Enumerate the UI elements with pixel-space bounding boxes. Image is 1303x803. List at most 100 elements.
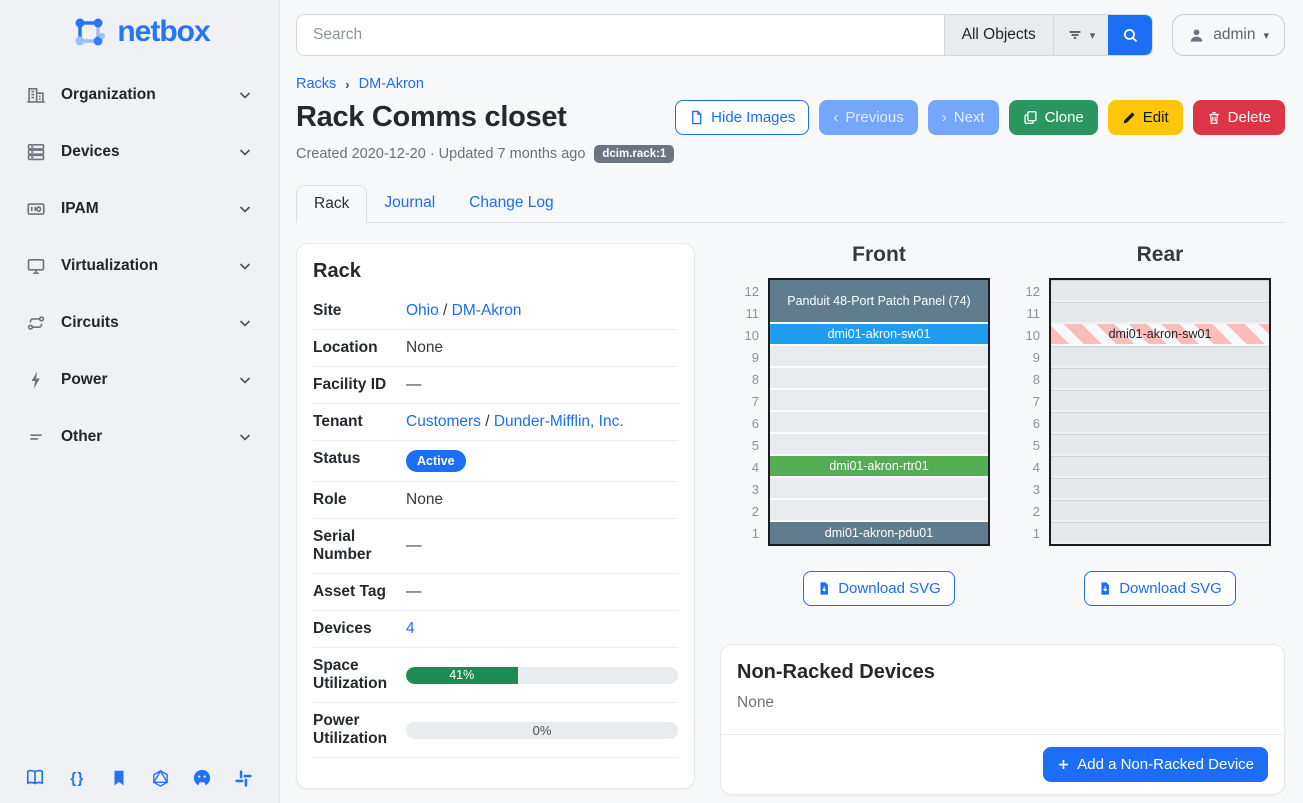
unit-number: 12 <box>1026 280 1040 302</box>
breadcrumb-separator-icon: › <box>345 77 349 92</box>
slack-icon[interactable] <box>233 767 255 789</box>
tab-rack[interactable]: Rack <box>296 185 367 223</box>
rear-rack-diagram: dmi01-akron-sw01 <box>1049 278 1271 546</box>
non-racked-devices-card: Non-Racked Devices None Add a Non-Racked… <box>720 644 1285 795</box>
unit-number: 6 <box>1033 412 1040 434</box>
rack-device[interactable]: dmi01-akron-sw01 <box>770 324 988 346</box>
sidebar-item-label: Devices <box>61 143 120 161</box>
chevron-down-icon <box>237 315 253 331</box>
rack-empty-slot[interactable] <box>1051 478 1269 500</box>
sidebar-item-ipam[interactable]: IPAM <box>0 180 279 237</box>
clone-button[interactable]: Clone <box>1009 100 1098 135</box>
rack-empty-slot[interactable] <box>1051 346 1269 368</box>
table-row: Serial Number — <box>313 519 678 574</box>
search-filter-dropdown[interactable]: ▾ <box>1053 15 1109 55</box>
github-icon[interactable] <box>191 767 213 789</box>
image-file-icon <box>689 110 704 125</box>
breadcrumb-racks[interactable]: Racks <box>296 76 336 92</box>
rack-empty-slot[interactable] <box>770 390 988 412</box>
tenant-link[interactable]: Dunder-Mifflin, Inc. <box>494 413 624 430</box>
site-region-link[interactable]: Ohio <box>406 302 439 319</box>
unit-number: 9 <box>1033 346 1040 368</box>
add-non-racked-device-button[interactable]: Add a Non-Racked Device <box>1043 747 1268 782</box>
filter-icon <box>1067 27 1083 43</box>
rack-empty-slot[interactable] <box>1051 456 1269 478</box>
rack-empty-slot[interactable] <box>770 478 988 500</box>
tab-journal[interactable]: Journal <box>367 185 452 223</box>
sidebar-item-label: Power <box>61 371 108 389</box>
add-non-racked-device-label: Add a Non-Racked Device <box>1077 756 1254 773</box>
rack-empty-slot[interactable] <box>770 346 988 368</box>
separator: / <box>481 413 494 430</box>
edit-button[interactable]: Edit <box>1108 100 1183 135</box>
site-label: Site <box>313 293 406 330</box>
rack-empty-slot[interactable] <box>770 368 988 390</box>
status-badge: Active <box>406 450 466 472</box>
rack-empty-slot[interactable] <box>1051 522 1269 544</box>
file-download-icon <box>817 581 831 596</box>
object-meta: Created 2020-12-20 · Updated 7 months ag… <box>296 145 1285 163</box>
sidebar-item-label: Organization <box>61 86 156 104</box>
sidebar-item-circuits[interactable]: Circuits <box>0 294 279 351</box>
sidebar-item-devices[interactable]: Devices <box>0 123 279 180</box>
rack-device[interactable]: Panduit 48-Port Patch Panel (74) <box>770 280 988 324</box>
user-menu-button[interactable]: admin ▾ <box>1172 14 1285 56</box>
role-label: Role <box>313 482 406 519</box>
sidebar-item-virtualization[interactable]: Virtualization <box>0 237 279 294</box>
site-link[interactable]: DM-Akron <box>452 302 522 319</box>
rear-elevation: Rear 121110987654321 dmi01-akron-sw01 Do… <box>1015 243 1271 606</box>
breadcrumb-site[interactable]: DM-Akron <box>359 76 424 92</box>
space-utilization-fill: 41% <box>406 667 518 684</box>
table-row: Status Active <box>313 441 678 482</box>
tab-change-log[interactable]: Change Log <box>452 185 570 223</box>
rack-empty-slot[interactable] <box>1051 280 1269 302</box>
rack-empty-slot[interactable] <box>1051 434 1269 456</box>
rack-device[interactable]: dmi01-akron-rtr01 <box>770 456 988 478</box>
rack-empty-slot[interactable] <box>770 412 988 434</box>
asset-tag-value: — <box>406 574 678 611</box>
page-title: Rack Comms closet <box>296 101 567 134</box>
rack-empty-slot[interactable] <box>1051 390 1269 412</box>
copy-icon <box>1023 110 1038 125</box>
search-button[interactable] <box>1108 15 1152 55</box>
sidebar-item-organization[interactable]: Organization <box>0 66 279 123</box>
devices-count-link[interactable]: 4 <box>406 620 415 637</box>
rest-api-braces-icon[interactable]: { } <box>66 767 88 789</box>
sidebar-item-label: Virtualization <box>61 257 158 275</box>
rear-download-svg-button[interactable]: Download SVG <box>1084 571 1236 606</box>
rack-empty-slot[interactable] <box>770 434 988 456</box>
monitor-icon <box>26 256 46 276</box>
rack-elevations: Front 121110987654321 Panduit 48-Port Pa… <box>720 243 1285 606</box>
next-button[interactable]: › Next <box>928 100 999 135</box>
delete-label: Delete <box>1228 109 1271 126</box>
rack-device[interactable]: dmi01-akron-sw01 <box>1051 324 1269 346</box>
unit-number: 8 <box>752 368 759 390</box>
api-docs-bookmark-icon[interactable] <box>108 767 130 789</box>
rack-empty-slot[interactable] <box>1051 302 1269 324</box>
rack-device[interactable]: dmi01-akron-pdu01 <box>770 522 988 544</box>
docs-book-icon[interactable] <box>24 767 46 789</box>
graphql-icon[interactable] <box>149 767 171 789</box>
previous-button[interactable]: ‹ Previous <box>819 100 917 135</box>
object-type-selector[interactable]: All Objects <box>944 15 1053 55</box>
sidebar-item-power[interactable]: Power <box>0 351 279 408</box>
chevron-down-icon <box>237 144 253 160</box>
download-svg-label: Download SVG <box>1119 580 1222 597</box>
unit-number: 2 <box>752 500 759 522</box>
rack-empty-slot[interactable] <box>1051 500 1269 522</box>
bolt-icon <box>26 370 46 390</box>
circuit-icon <box>26 313 46 333</box>
netbox-logo[interactable]: netbox <box>0 0 279 66</box>
rack-empty-slot[interactable] <box>770 500 988 522</box>
front-download-svg-button[interactable]: Download SVG <box>803 571 955 606</box>
sidebar-item-other[interactable]: Other <box>0 408 279 465</box>
unit-number: 11 <box>746 302 760 324</box>
hide-images-button[interactable]: Hide Images <box>675 100 809 135</box>
rack-empty-slot[interactable] <box>1051 412 1269 434</box>
rack-empty-slot[interactable] <box>1051 368 1269 390</box>
tenant-group-link[interactable]: Customers <box>406 413 481 430</box>
search-input[interactable] <box>297 15 944 55</box>
search-icon <box>1122 27 1139 44</box>
delete-button[interactable]: Delete <box>1193 100 1285 135</box>
table-row: Facility ID — <box>313 367 678 404</box>
